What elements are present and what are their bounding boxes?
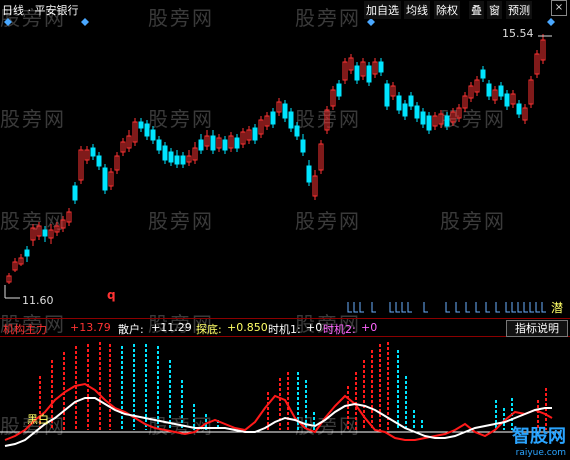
- candle-body: [300, 139, 306, 153]
- indicator-help-button[interactable]: 指标说明: [506, 320, 568, 337]
- candle-body: [420, 111, 426, 125]
- marker-q: q: [107, 288, 116, 302]
- signal-l-marker: [359, 302, 364, 313]
- candle-body: [180, 155, 186, 165]
- candle-body: [282, 103, 288, 119]
- candle-body: [336, 83, 342, 97]
- candle-body: [162, 145, 168, 161]
- candle-body: [402, 103, 408, 117]
- low-price-label: 11.60: [22, 294, 54, 307]
- signal-l-marker: [535, 302, 540, 313]
- candle-body: [480, 69, 486, 79]
- candle-body: [90, 147, 96, 157]
- site-watermark-title: 智股网: [512, 426, 566, 447]
- add-favorite-button[interactable]: 加自选: [364, 1, 401, 19]
- shiji2-value: +0: [361, 321, 378, 334]
- candle-body: [234, 137, 240, 149]
- diamond-marker: [4, 18, 12, 26]
- signal-l-marker: [445, 302, 450, 313]
- shiji1-value: +0: [306, 321, 323, 334]
- candle-body: [384, 83, 390, 107]
- kline-chart[interactable]: [0, 0, 570, 460]
- close-button[interactable]: ×: [551, 0, 567, 16]
- panel-separator: [0, 318, 570, 319]
- stock-title: 日线 · 平安银行: [2, 4, 79, 17]
- candle-body: [168, 151, 174, 163]
- candle-body: [498, 85, 504, 97]
- signal-l-marker: [511, 302, 516, 313]
- candle-body: [414, 105, 420, 119]
- signal-l-marker: [371, 302, 376, 313]
- candle-body: [408, 95, 414, 107]
- signal-l-marker: [495, 302, 500, 313]
- candle-body: [486, 83, 492, 97]
- title-bar: 日线 · 平安银行 加自选 均线 除权 叠 窗 预测 ×: [0, 0, 570, 19]
- window-button[interactable]: 窗: [487, 1, 502, 19]
- candle-body: [366, 65, 372, 83]
- signal-l-marker: [541, 302, 546, 313]
- indicator-header: 机构主力 +13.79 散户: +11.29 探底: +0.850 时机1: +…: [0, 320, 570, 336]
- signal-l-marker: [423, 302, 428, 313]
- signal-l-marker: [395, 302, 400, 313]
- signal-l-marker: [485, 302, 490, 313]
- site-watermark: 智股网 raiyue.com: [512, 422, 566, 458]
- sanhu-value: +11.29: [151, 321, 192, 334]
- signal-l-marker: [505, 302, 510, 313]
- diamond-marker: [81, 18, 89, 26]
- marker-qian: 潜: [551, 301, 564, 315]
- signal-l-marker: [389, 302, 394, 313]
- candle-body: [516, 103, 522, 115]
- signal-l-marker: [529, 302, 534, 313]
- candle-body: [294, 125, 300, 137]
- candle-body: [222, 139, 228, 151]
- signal-l-marker: [407, 302, 412, 313]
- candle-body: [378, 61, 384, 73]
- candle-body: [252, 127, 258, 141]
- moving-average-button[interactable]: 均线: [404, 1, 430, 19]
- forecast-button[interactable]: 预测: [506, 1, 532, 19]
- diamond-marker: [367, 18, 375, 26]
- signal-l-marker: [401, 302, 406, 313]
- candle-body: [144, 123, 150, 137]
- candle-body: [102, 167, 108, 191]
- candle-body: [288, 111, 294, 129]
- shiji1-label: 时机1:: [268, 323, 301, 336]
- candle-body: [156, 139, 162, 151]
- indicator-name: 机构主力: [3, 323, 47, 336]
- candle-body: [96, 155, 102, 167]
- ex-rights-button[interactable]: 除权: [434, 1, 460, 19]
- candle-body: [354, 65, 360, 81]
- signal-l-marker: [517, 302, 522, 313]
- site-watermark-url: raiyue.com: [515, 448, 566, 458]
- candle-body: [270, 111, 276, 125]
- signal-l-marker: [475, 302, 480, 313]
- candle-body: [504, 93, 510, 107]
- diamond-marker: [547, 18, 555, 26]
- candle-body: [42, 229, 48, 237]
- shiji2-label: 时机2:: [323, 323, 356, 336]
- candle-body: [174, 155, 180, 165]
- indicator-main-value: +13.79: [70, 321, 111, 334]
- candle-body: [444, 115, 450, 127]
- tandi-value: +0.850: [227, 321, 268, 334]
- candle-body: [210, 135, 216, 151]
- candle-body: [24, 249, 30, 257]
- overlay-button[interactable]: 叠: [469, 1, 484, 19]
- candle-body: [150, 129, 156, 141]
- signal-l-marker: [347, 302, 352, 313]
- candle-body: [72, 185, 78, 201]
- sanhu-label: 散户:: [118, 323, 144, 336]
- candle-body: [426, 115, 432, 131]
- signal-l-marker: [455, 302, 460, 313]
- heibai-label: 黑白: [27, 413, 49, 426]
- tandi-label: 探底:: [196, 323, 222, 336]
- candle-body: [198, 139, 204, 151]
- signal-l-marker: [353, 302, 358, 313]
- high-price-label: 15.54: [502, 27, 534, 40]
- candle-body: [306, 165, 312, 183]
- candle-body: [396, 95, 402, 111]
- candle-body: [138, 121, 144, 129]
- signal-l-marker: [523, 302, 528, 313]
- signal-l-marker: [465, 302, 470, 313]
